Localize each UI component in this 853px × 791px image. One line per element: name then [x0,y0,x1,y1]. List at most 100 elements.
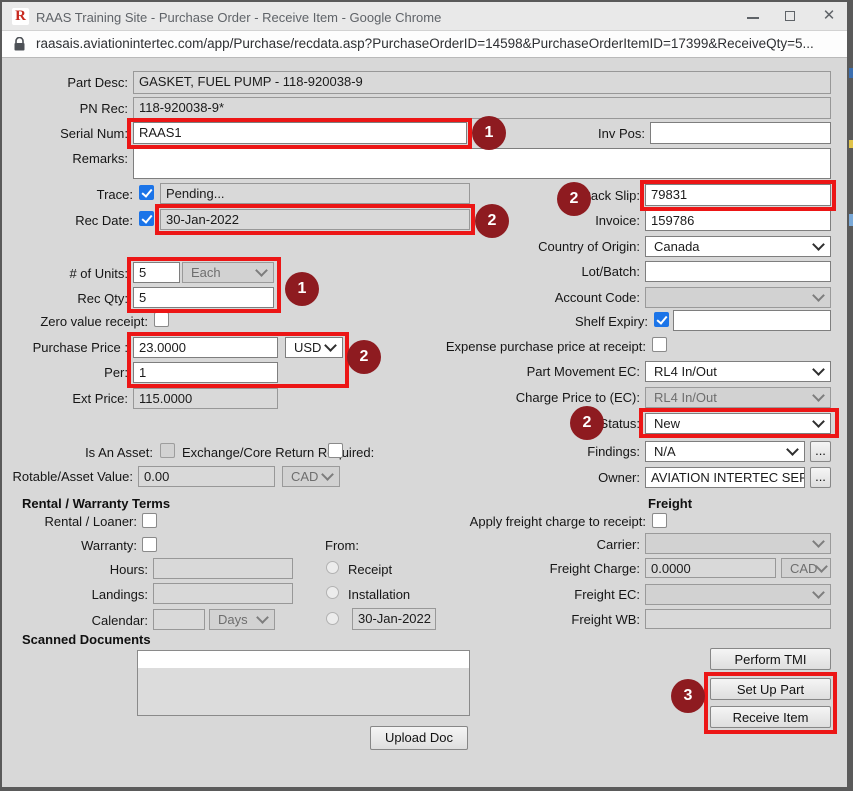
ext-price-label: Ext Price: [0,391,128,406]
freight-wb-label: Freight WB: [540,612,640,627]
rotable-currency-select: CAD [282,466,340,487]
is-an-asset-label: Is An Asset: [30,445,153,460]
invoice-input[interactable]: 159786 [645,210,831,231]
installation-radio-label: Installation [348,587,410,602]
url-bar[interactable]: raasais.aviationintertec.com/app/Purchas… [2,31,847,58]
serial-num-input[interactable]: RAAS1 [133,122,467,144]
receipt-radio [326,561,339,574]
receipt-radio-label: Receipt [348,562,392,577]
inv-pos-input[interactable] [650,122,831,144]
owner-more-button[interactable]: ... [810,467,831,488]
rental-warranty-section-title: Rental / Warranty Terms [22,496,170,511]
apply-freight-checkbox[interactable] [652,513,667,528]
calendar-uom-select: Days [209,609,275,630]
callout-2-recdate: 2 [475,204,509,238]
part-movement-ec-select[interactable]: RL4 In/Out [645,361,831,382]
receive-item-button[interactable]: Receive Item [710,706,831,728]
findings-select[interactable]: N/A [645,441,805,462]
units-uom-select: Each [182,262,274,283]
per-input[interactable]: 1 [133,362,278,383]
scanned-docs-listbox[interactable] [137,650,470,716]
callout-2-packslip: 2 [557,182,591,216]
chevron-down-icon [812,289,825,302]
exchange-core-label: Exchange/Core Return Required: [182,445,374,460]
background-fragment [849,140,853,148]
rec-date-label: Rec Date: [0,213,133,228]
rec-date-field: 30-Jan-2022 [160,209,470,230]
upload-doc-button[interactable]: Upload Doc [370,726,468,750]
owner-input[interactable]: AVIATION INTERTEC SERVI [645,467,805,488]
lot-batch-label: Lot/Batch: [540,264,640,279]
inv-pos-label: Inv Pos: [545,126,645,141]
rental-loaner-label: Rental / Loaner: [17,514,137,529]
freight-ec-label: Freight EC: [540,587,640,602]
landings-label: Landings: [28,587,148,602]
part-movement-ec-label: Part Movement EC: [500,364,640,379]
calendar-uom-value: Days [218,612,248,627]
exchange-core-checkbox[interactable] [328,443,343,458]
rental-loaner-checkbox[interactable] [142,513,157,528]
shelf-expiry-checkbox[interactable] [654,312,669,327]
raas-logo-icon: R [12,8,29,25]
apply-freight-label: Apply freight charge to receipt: [400,514,646,529]
callout-2-price: 2 [347,340,381,374]
chevron-down-icon [812,363,825,376]
perform-tmi-button[interactable]: Perform TMI [710,648,831,670]
status-value: New [654,416,680,431]
warranty-checkbox[interactable] [142,537,157,552]
url-text[interactable]: raasais.aviationintertec.com/app/Purchas… [36,36,814,51]
rec-date-checkbox[interactable] [139,211,154,226]
country-value: Canada [654,239,700,254]
rotable-currency-value: CAD [291,469,318,484]
remarks-textarea[interactable] [133,148,831,179]
chevron-down-icon [786,443,799,456]
country-label: Country of Origin: [500,239,640,254]
minimize-button[interactable] [736,2,770,30]
expense-at-receipt-checkbox[interactable] [652,337,667,352]
pack-slip-input[interactable]: 79831 [645,184,831,206]
purchase-currency-select[interactable]: USD [285,337,343,358]
account-code-select [645,287,831,308]
calendar-label: Calendar: [28,613,148,628]
findings-value: N/A [654,444,676,459]
is-an-asset-checkbox [160,443,175,458]
chevron-down-icon [812,415,825,428]
units-label: # of Units: [0,266,128,281]
chevron-down-icon [256,611,269,624]
callout-3-buttons: 3 [671,679,705,713]
findings-more-button[interactable]: ... [810,441,831,462]
lock-icon [14,37,25,51]
chevron-down-icon [812,389,825,402]
lot-batch-input[interactable] [645,261,831,282]
from-label: From: [325,538,359,553]
shelf-expiry-input[interactable] [673,310,831,331]
callout-2-status: 2 [570,406,604,440]
window-title: RAAS Training Site - Purchase Order - Re… [36,10,441,25]
status-select[interactable]: New [645,413,831,434]
hours-label: Hours: [28,562,148,577]
country-select[interactable]: Canada [645,236,831,257]
trace-checkbox[interactable] [139,185,154,200]
chevron-down-icon [255,264,268,277]
zero-value-checkbox[interactable] [154,312,169,327]
landings-field [153,583,293,604]
setup-part-button[interactable]: Set Up Part [710,678,831,700]
scanned-docs-empty-row[interactable] [138,651,469,668]
maximize-button[interactable] [774,2,808,30]
owner-label: Owner: [540,470,640,485]
freight-currency-value: CAD [790,561,817,576]
purchase-price-input[interactable]: 23.0000 [133,337,278,358]
units-qty-input[interactable]: 5 [133,262,180,283]
close-button[interactable]: ✕ [812,2,846,30]
charge-price-ec-label: Charge Price to (EC): [480,390,640,405]
callout-1-units: 1 [285,272,319,306]
rec-qty-input[interactable]: 5 [133,287,274,308]
from-date-field: 30-Jan-2022 [352,608,436,630]
freight-section-title: Freight [648,496,692,511]
rec-qty-label: Rec Qty: [0,291,128,306]
per-label: Per: [0,365,128,380]
rotable-value-label: Rotable/Asset Value: [0,469,133,484]
title-bar[interactable]: R RAAS Training Site - Purchase Order - … [2,2,847,31]
remarks-label: Remarks: [0,151,128,166]
carrier-select [645,533,831,554]
